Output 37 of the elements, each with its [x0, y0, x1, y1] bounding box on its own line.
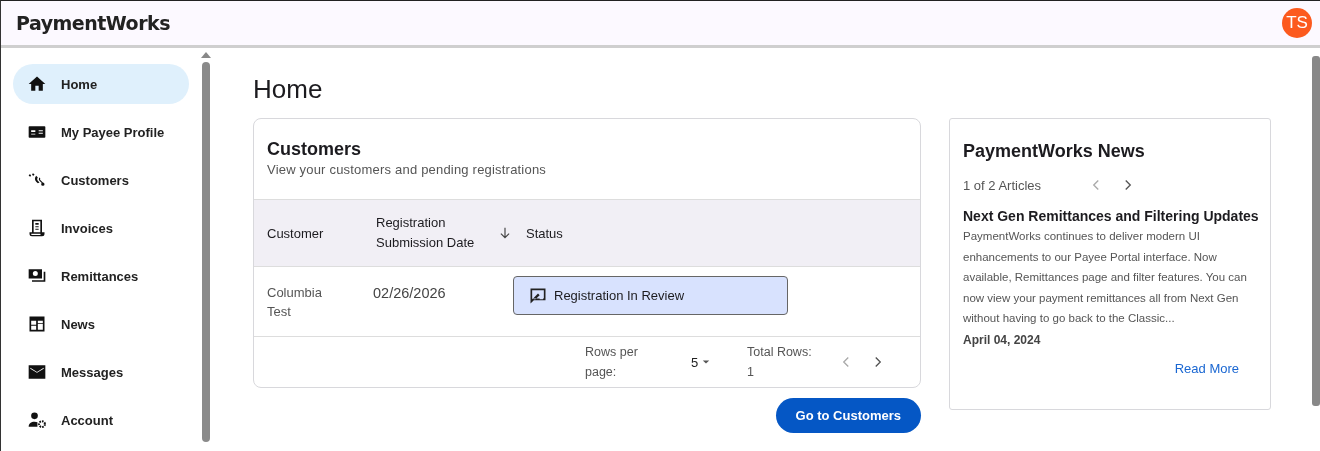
column-header[interactable]: Registration Submission Date — [376, 213, 486, 253]
rows-per-page-select[interactable]: 5 — [691, 354, 747, 370]
article-counter: 1 of 2 Articles — [963, 177, 1043, 193]
page-title: Home — [253, 74, 324, 105]
receipt-icon — [27, 218, 47, 238]
total-rows-label: Total Rows: 1 — [747, 344, 813, 381]
sidebar-item[interactable]: News — [13, 304, 189, 344]
caret-icon[interactable] — [702, 358, 711, 366]
sidebar-item[interactable]: My Payee Profile — [13, 112, 189, 152]
sidebar-item[interactable]: Customers — [13, 160, 189, 200]
sidebar-item[interactable]: Home — [13, 64, 189, 104]
card-subtitle: View your customers and pending registrations — [267, 162, 548, 177]
sidebar-item[interactable]: Account — [13, 400, 189, 440]
column-header: Status — [526, 225, 564, 241]
status-chip: Registration In Review — [513, 276, 788, 315]
home-icon — [27, 74, 47, 94]
sidebar-item[interactable]: Messages — [13, 352, 189, 392]
scrollbar[interactable] — [1312, 56, 1320, 406]
article-date: April 04, 2024 — [963, 332, 1042, 347]
mail-icon — [27, 362, 47, 382]
article-title: Next Gen Remittances and Filtering Updates — [963, 208, 1257, 224]
sort-down-icon[interactable] — [498, 226, 512, 240]
logo: PaymentWorks — [16, 12, 170, 34]
read-more-link[interactable]: Read More — [1174, 360, 1239, 376]
go-to-customers-button[interactable]: Go to Customers — [775, 398, 921, 433]
sidebar-item[interactable]: Invoices — [13, 208, 189, 248]
sidebar-item[interactable]: Remittances — [13, 256, 189, 296]
calendar-icon — [27, 314, 47, 334]
table-cell-text: 02/26/2026 — [372, 284, 447, 301]
card-title: Customers — [267, 139, 363, 160]
rows-per-page-label: Rows per page: — [585, 344, 639, 381]
article-summary: PaymentWorks continues to deliver modern UI enhancements to our Payee Portal interface. Now available, Remittances page and filter features. You can now view your payment remittances all from Next Gen without having to go back to the Classic... — [963, 229, 1248, 326]
table-cell-text: Columbia Test — [266, 283, 323, 321]
scrollbar[interactable] — [202, 62, 210, 442]
card-title: PaymentWorks News — [963, 141, 1146, 162]
user-gear-icon — [27, 410, 47, 430]
column-header: Customer — [266, 225, 325, 241]
